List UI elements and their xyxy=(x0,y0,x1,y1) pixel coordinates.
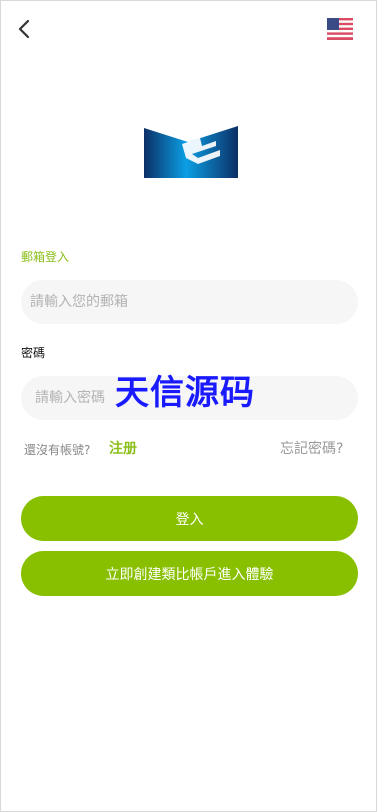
us-flag-icon[interactable] xyxy=(327,18,353,40)
login-button[interactable]: 登入 xyxy=(21,496,358,541)
register-link[interactable]: 注册 xyxy=(109,438,137,458)
app-screen: 郵箱登入 密碼 天信源码 還沒有帳號? 注册 忘記密碼? 登入 立即創建類比帳戶… xyxy=(0,0,377,812)
chevron-left-icon[interactable] xyxy=(13,17,37,41)
watermark-text: 天信源码 xyxy=(115,373,255,413)
create-demo-account-button[interactable]: 立即創建類比帳戶進入體驗 xyxy=(21,551,358,596)
email-input[interactable] xyxy=(21,280,358,324)
email-login-label: 郵箱登入 xyxy=(21,250,70,264)
no-account-text: 還沒有帳號? xyxy=(24,443,91,457)
forgot-password-link[interactable]: 忘記密碼? xyxy=(280,438,343,458)
password-label: 密碼 xyxy=(21,346,46,360)
brand-logo xyxy=(142,124,240,180)
